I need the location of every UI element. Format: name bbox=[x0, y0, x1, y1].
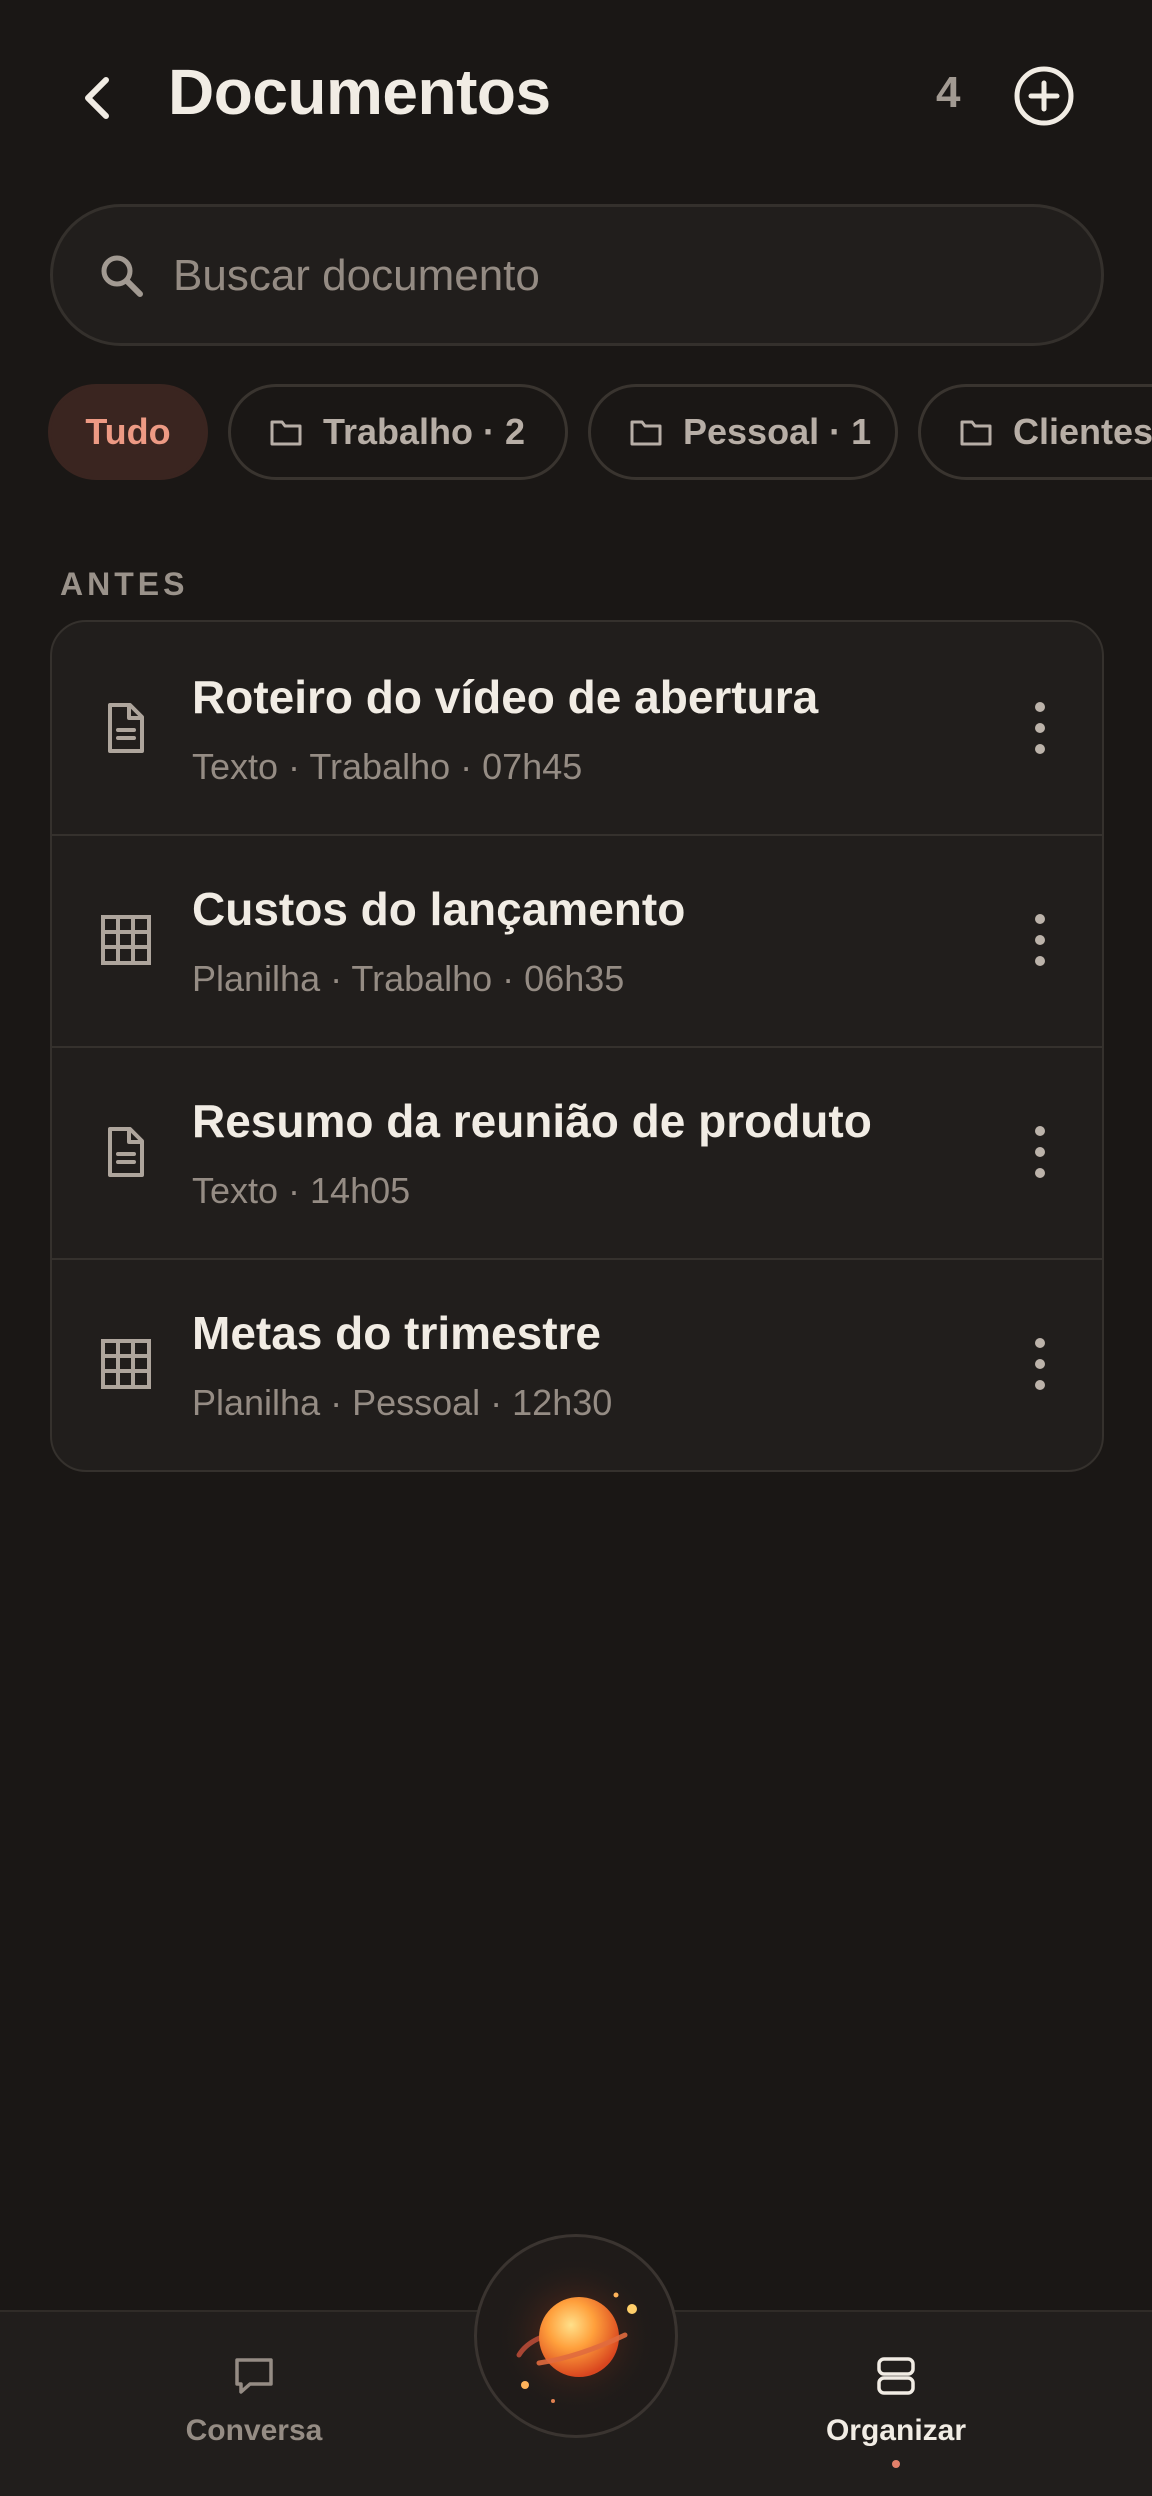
section-heading: ANTES bbox=[60, 566, 189, 602]
document-text-icon bbox=[108, 703, 144, 753]
kebab-dot bbox=[1035, 1359, 1045, 1369]
search-input[interactable] bbox=[173, 247, 1053, 305]
search-icon bbox=[101, 255, 143, 297]
document-meta: Texto · Trabalho · 07h45 bbox=[192, 746, 583, 787]
plus-circle-icon bbox=[1014, 66, 1074, 126]
filter-chip-pessoal[interactable]: Pessoal · 1 bbox=[588, 384, 898, 480]
document-text-icon bbox=[108, 1127, 144, 1177]
kebab-dot bbox=[1035, 702, 1045, 712]
nav-item-organizar[interactable]: Organizar bbox=[786, 2352, 1006, 2472]
search-bar[interactable] bbox=[50, 204, 1104, 346]
chevron-left-icon bbox=[85, 77, 109, 119]
nav-label: Organizar bbox=[825, 2414, 967, 2447]
document-title: Metas do trimestre bbox=[192, 1307, 602, 1359]
document-meta: Planilha · Trabalho · 06h35 bbox=[192, 958, 625, 999]
document-title: Roteiro do vídeo de abertura bbox=[192, 671, 819, 723]
spreadsheet-grid-icon bbox=[101, 1339, 151, 1389]
more-options-button[interactable] bbox=[1018, 1332, 1062, 1396]
kebab-dot bbox=[1035, 1168, 1045, 1178]
chip-label: Clientes bbox=[1013, 411, 1152, 452]
planet-orb-icon bbox=[496, 2256, 656, 2416]
stacked-boxes-icon bbox=[877, 2357, 915, 2395]
spreadsheet-grid-icon bbox=[101, 915, 151, 965]
chip-label: Pessoal · 1 bbox=[683, 411, 872, 452]
document-list: Roteiro do vídeo de abertura Texto · Tra… bbox=[50, 620, 1104, 1472]
filter-chip-clientes[interactable]: Clientes bbox=[918, 384, 1152, 480]
assistant-orb-button[interactable] bbox=[474, 2234, 678, 2438]
chip-label: Tudo bbox=[85, 411, 171, 452]
nav-label: Conversa bbox=[185, 2414, 323, 2447]
kebab-dot bbox=[1035, 723, 1045, 733]
kebab-dot bbox=[1035, 935, 1045, 945]
document-title: Custos do lançamento bbox=[192, 883, 686, 935]
filter-chip-trabalho[interactable]: Trabalho · 2 bbox=[228, 384, 568, 480]
more-options-button[interactable] bbox=[1018, 908, 1062, 972]
back-button[interactable] bbox=[68, 60, 128, 136]
document-row[interactable]: Custos do lançamento Planilha · Trabalho… bbox=[52, 834, 1102, 1046]
kebab-dot bbox=[1035, 1380, 1045, 1390]
filter-chip-all[interactable]: Tudo bbox=[48, 384, 208, 480]
document-row[interactable]: Roteiro do vídeo de abertura Texto · Tra… bbox=[52, 622, 1102, 834]
document-row[interactable]: Metas do trimestre Planilha · Pessoal · … bbox=[52, 1258, 1102, 1470]
document-meta: Texto · 14h05 bbox=[192, 1170, 411, 1211]
kebab-dot bbox=[1035, 1147, 1045, 1157]
folder-icon bbox=[630, 420, 662, 446]
document-count: 4 bbox=[936, 68, 961, 117]
document-meta: Planilha · Pessoal · 12h30 bbox=[192, 1382, 613, 1423]
kebab-dot bbox=[1035, 1126, 1045, 1136]
kebab-dot bbox=[1035, 744, 1045, 754]
kebab-dot bbox=[1035, 956, 1045, 966]
filter-chips: Tudo Trabalho · 2 Pessoal · 1 Clientes bbox=[48, 384, 1152, 480]
add-document-button[interactable] bbox=[1012, 64, 1076, 128]
kebab-dot bbox=[1035, 914, 1045, 924]
document-row[interactable]: Resumo da reunião de produto Texto · 14h… bbox=[52, 1046, 1102, 1258]
chip-label: Trabalho · 2 bbox=[323, 411, 526, 452]
nav-item-conversa[interactable]: Conversa bbox=[144, 2352, 364, 2472]
document-title: Resumo da reunião de produto bbox=[192, 1095, 872, 1147]
more-options-button[interactable] bbox=[1018, 1120, 1062, 1184]
more-options-button[interactable] bbox=[1018, 696, 1062, 760]
page-title: Documentos bbox=[168, 56, 551, 128]
active-indicator bbox=[892, 2460, 900, 2468]
kebab-dot bbox=[1035, 1338, 1045, 1348]
chat-bubble-icon bbox=[235, 2358, 273, 2394]
folder-icon bbox=[960, 420, 992, 446]
folder-icon bbox=[270, 420, 302, 446]
app-header: Documentos 4 bbox=[0, 0, 1152, 200]
documents-screen: Documentos 4 Tudo Trabalho · 2 bbox=[0, 0, 1152, 2496]
